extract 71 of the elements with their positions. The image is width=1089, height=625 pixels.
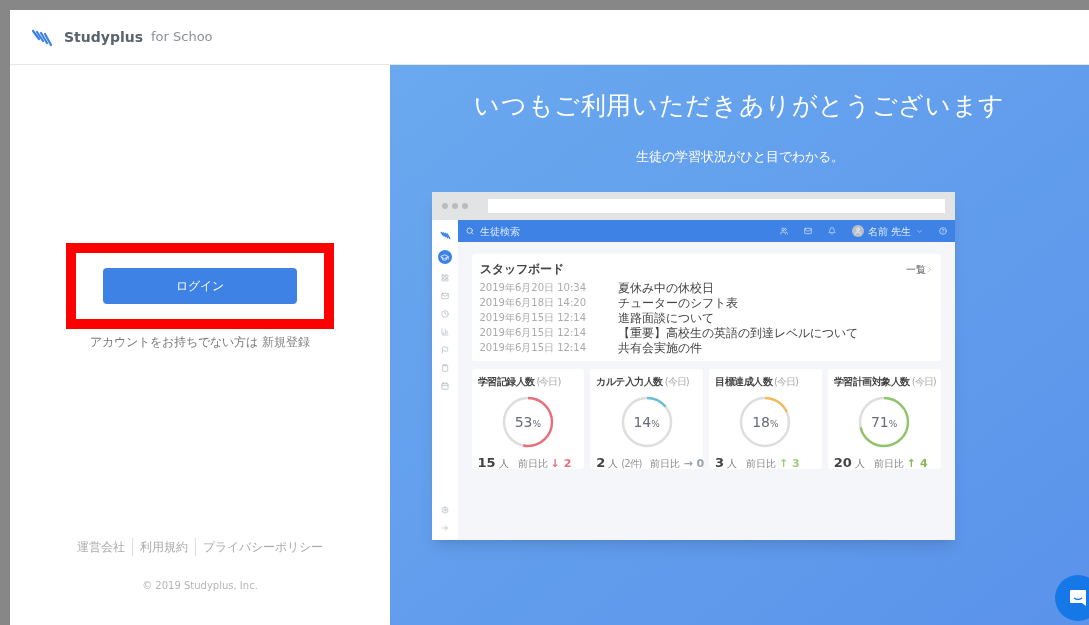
avatar-icon <box>852 225 865 237</box>
help-icon[interactable] <box>938 227 947 235</box>
trend-value: ↑ 4 <box>906 456 928 472</box>
signup-prompt: アカウントをお持ちでない方は <box>90 335 259 349</box>
trend-value: ↓ 2 <box>550 456 572 472</box>
brand-suffix: for Schoo <box>151 28 213 47</box>
post-date: 2019年6月20日 10:34 <box>479 281 588 295</box>
trend-value: → 0 <box>683 456 705 472</box>
percent-value: 14% <box>633 412 660 432</box>
stat-count: 2 <box>596 454 606 472</box>
percent-value: 71% <box>870 412 898 432</box>
hero-title: いつもご利用いただきありがとうございます <box>474 90 1005 122</box>
graduation-cap-icon[interactable] <box>437 250 452 264</box>
stat-count: 3 <box>715 454 725 472</box>
compare-label: 前日比 <box>746 457 777 471</box>
signup-link[interactable]: 新規登録 <box>261 335 310 349</box>
user-name[interactable]: 名前 先生 <box>868 223 912 239</box>
window-dots-icon <box>441 203 468 209</box>
stat-note: (2件) <box>621 457 642 471</box>
search-icon[interactable] <box>465 227 474 235</box>
copyright: © 2019 Studyplus, Inc. <box>142 579 258 593</box>
stat-period: (今日) <box>536 375 561 389</box>
clipboard-icon[interactable] <box>440 364 449 372</box>
post-date: 2019年6月15日 12:14 <box>479 311 588 325</box>
compare-label: 前日比 <box>650 457 681 471</box>
bar-chart-icon[interactable] <box>440 328 449 336</box>
stat-unit: 人 <box>498 457 509 471</box>
login-button[interactable]: ログイン <box>103 268 297 304</box>
post-date: 2019年6月15日 12:14 <box>479 326 588 340</box>
hero-subtitle: 生徒の学習状況がひと目でわかる。 <box>635 147 844 166</box>
clock-icon[interactable] <box>440 310 449 318</box>
percent-value: 18% <box>752 412 779 432</box>
stat-period: (今日) <box>774 375 798 389</box>
users-icon[interactable] <box>780 227 789 235</box>
view-all-link[interactable]: 一覧 <box>905 261 926 277</box>
trend-value: ↑ 3 <box>779 456 800 472</box>
compare-label: 前日比 <box>873 457 904 471</box>
stat-title: カルテ入力人数 <box>596 375 663 389</box>
card-title: スタッフボード <box>479 261 564 278</box>
stat-title: 学習記録人数 <box>477 375 535 389</box>
grid-icon[interactable] <box>440 274 449 282</box>
logo-icon <box>30 27 52 47</box>
stat-count: 20 <box>833 454 852 472</box>
logo-icon <box>438 230 451 240</box>
brand-name: Studyplus <box>64 27 143 47</box>
stat-unit: 人 <box>854 457 865 471</box>
chat-bubble-icon <box>1068 588 1088 608</box>
calendar-icon[interactable] <box>440 382 449 390</box>
caret-icon[interactable] <box>915 227 923 235</box>
search-field[interactable]: 生徒検索 <box>479 223 520 239</box>
arrow-right-icon[interactable] <box>440 524 449 532</box>
footer-link[interactable]: プライバシーポリシー <box>195 538 330 556</box>
footer-link[interactable]: 運営会社 <box>70 538 132 556</box>
stat-title: 学習計画対象人数 <box>833 375 910 389</box>
percent-value: 53% <box>514 412 542 432</box>
settings-icon[interactable] <box>440 506 449 514</box>
mail-icon[interactable] <box>440 292 449 300</box>
chevron-right-icon[interactable] <box>925 265 933 273</box>
footer-link[interactable]: 利用規約 <box>132 538 195 556</box>
stat-period: (今日) <box>911 375 936 389</box>
bell-icon[interactable] <box>828 227 837 235</box>
stat-count: 15 <box>477 454 496 472</box>
compare-label: 前日比 <box>517 457 548 471</box>
post-date: 2019年6月15日 12:14 <box>479 341 588 355</box>
stat-unit: 人 <box>727 457 738 471</box>
stat-period: (今日) <box>664 375 689 389</box>
stat-unit: 人 <box>608 457 619 471</box>
stat-title: 目標達成人数 <box>715 375 772 389</box>
chat-button[interactable] <box>1055 575 1089 621</box>
flag-icon[interactable] <box>440 346 449 354</box>
post-date: 2019年6月18日 14:20 <box>479 296 588 310</box>
